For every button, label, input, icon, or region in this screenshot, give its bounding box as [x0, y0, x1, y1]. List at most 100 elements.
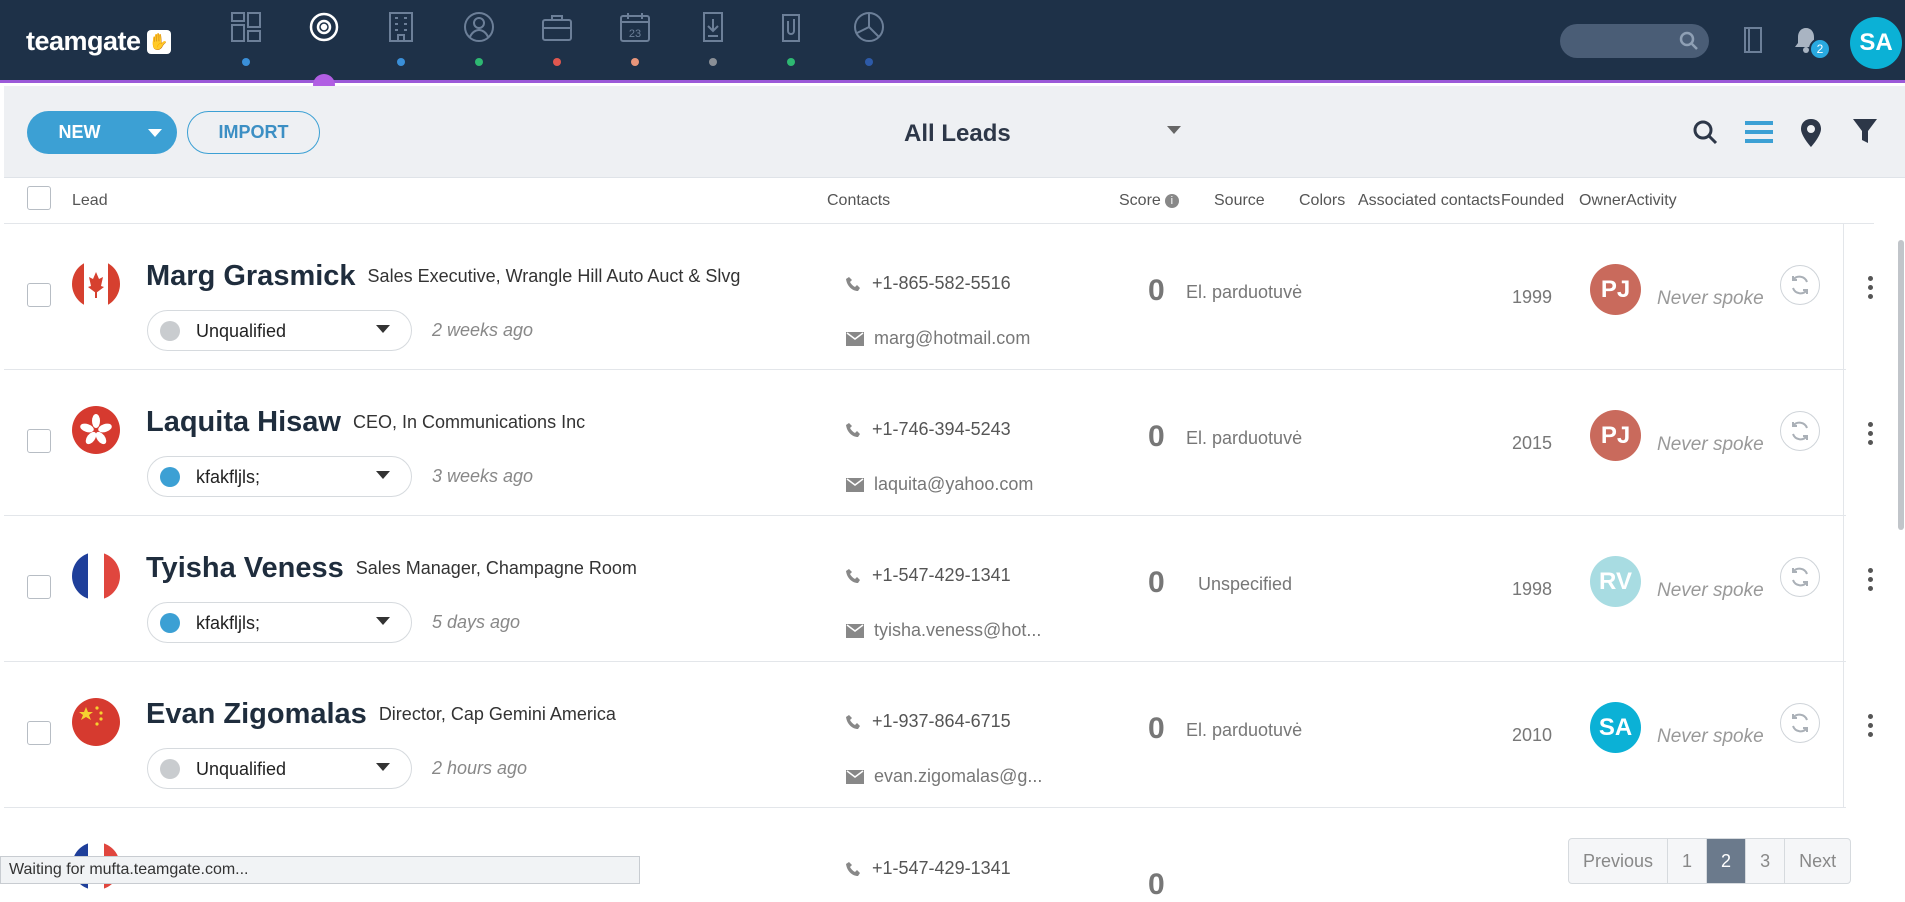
import-button[interactable]: IMPORT: [187, 111, 320, 154]
col-score[interactable]: Score i: [1119, 192, 1179, 210]
info-icon[interactable]: i: [1164, 194, 1179, 208]
refresh-activity-button[interactable]: [1780, 703, 1820, 743]
nav-inbox[interactable]: [694, 10, 732, 70]
row-more-menu-icon[interactable]: [1868, 276, 1874, 303]
lead-source: El. parduotuvė: [1186, 282, 1303, 302]
nav-contacts[interactable]: [460, 10, 498, 70]
book-icon[interactable]: [1743, 26, 1763, 54]
row-more-menu-icon[interactable]: [1868, 714, 1874, 741]
lead-phone-number: +1-937-864-6715: [872, 711, 1011, 731]
lead-phone[interactable]: +1-547-429-1341: [846, 565, 1011, 586]
col-contacts[interactable]: Contacts: [827, 192, 890, 210]
lead-status-dropdown[interactable]: kfakfljls;: [147, 602, 412, 643]
list-view-icon[interactable]: [1745, 119, 1773, 145]
col-associated-contacts[interactable]: Associated contacts: [1358, 192, 1500, 210]
lead-founded: 1999: [1512, 287, 1553, 307]
teamgate-logo[interactable]: teamgate ✋: [26, 26, 171, 57]
lead-email[interactable]: laquita@yahoo.com: [846, 474, 1033, 495]
table-row[interactable]: Laquita Hisaw CEO, In Communications Inc …: [4, 370, 1873, 516]
lead-name[interactable]: Laquita Hisaw CEO, In Communications Inc: [146, 406, 585, 439]
status-color-dot: [160, 321, 180, 341]
lead-email[interactable]: evan.zigomalas@g...: [846, 766, 1042, 787]
page-2-button-current[interactable]: 2: [1707, 839, 1747, 883]
map-pin-icon[interactable]: [1800, 119, 1822, 147]
col-lead[interactable]: Lead: [72, 192, 108, 210]
page-1-button[interactable]: 1: [1668, 839, 1708, 883]
col-source[interactable]: Source: [1214, 192, 1265, 210]
phone-icon: [846, 276, 860, 291]
lead-status-dropdown[interactable]: kfakfljls;: [147, 456, 412, 497]
lead-activity: Never spoke: [1657, 288, 1764, 309]
lead-status-dropdown[interactable]: Unqualified: [147, 310, 412, 351]
col-colors[interactable]: Colors: [1299, 192, 1345, 210]
row-checkbox[interactable]: [27, 283, 51, 307]
nav-calendar[interactable]: 23: [616, 10, 654, 70]
view-selector[interactable]: All Leads: [904, 120, 1011, 148]
search-icon[interactable]: [1692, 119, 1718, 145]
table-row[interactable]: Tyisha Veness Sales Manager, Champagne Ro…: [4, 516, 1873, 662]
lead-email[interactable]: tyisha.veness@hot...: [846, 620, 1041, 641]
lead-name-text[interactable]: Tyisha Veness: [146, 552, 344, 584]
owner-avatar[interactable]: SA: [1590, 702, 1641, 753]
lead-name[interactable]: Evan Zigomalas Director, Cap Gemini Ameri…: [146, 698, 616, 731]
lead-name-text[interactable]: Marg Grasmick: [146, 260, 356, 292]
previous-page-button[interactable]: Previous: [1569, 839, 1669, 883]
lead-title: CEO, In Communications Inc: [353, 412, 586, 432]
next-page-button[interactable]: Next: [1785, 839, 1850, 883]
lead-name-text[interactable]: Laquita Hisaw: [146, 406, 341, 438]
lead-phone-number: +1-547-429-1341: [872, 565, 1011, 585]
nav-dot: [475, 58, 483, 66]
row-more-menu-icon[interactable]: [1868, 422, 1874, 449]
lead-email[interactable]: marg@hotmail.com: [846, 328, 1030, 349]
global-search-input[interactable]: [1560, 24, 1709, 58]
nav-leads[interactable]: [305, 10, 343, 70]
owner-avatar[interactable]: PJ: [1590, 410, 1641, 461]
lead-phone[interactable]: +1-937-864-6715: [846, 711, 1011, 732]
lead-score: 0: [1148, 566, 1165, 599]
lead-name[interactable]: Marg Grasmick Sales Executive, Wrangle Hi…: [146, 260, 740, 293]
nav-dot: [865, 58, 873, 66]
nav-reports[interactable]: [850, 10, 888, 70]
owner-avatar[interactable]: PJ: [1590, 264, 1641, 315]
lead-phone[interactable]: +1-547-429-1341: [846, 858, 1011, 879]
table-row[interactable]: Evan Zigomalas Director, Cap Gemini Ameri…: [4, 662, 1873, 808]
col-owner[interactable]: Owner: [1579, 192, 1626, 210]
filter-icon[interactable]: [1853, 119, 1877, 145]
view-caret-down-icon[interactable]: [1167, 126, 1181, 134]
col-activity[interactable]: Activity: [1626, 192, 1677, 210]
scrollbar[interactable]: [1898, 240, 1904, 530]
refresh-icon: [1792, 421, 1808, 441]
lead-name-text[interactable]: Evan Zigomalas: [146, 698, 367, 730]
owner-avatar[interactable]: RV: [1590, 556, 1641, 607]
col-founded[interactable]: Founded: [1501, 192, 1564, 210]
user-avatar[interactable]: SA: [1850, 17, 1902, 69]
nav-companies[interactable]: [382, 10, 420, 70]
refresh-activity-button[interactable]: [1780, 557, 1820, 597]
lead-phone[interactable]: +1-746-394-5243: [846, 419, 1011, 440]
col-score-label: Score: [1119, 192, 1161, 209]
lead-title: Sales Executive, Wrangle Hill Auto Auct …: [367, 266, 741, 286]
row-checkbox[interactable]: [27, 575, 51, 599]
nav-dot: [553, 58, 561, 66]
companies-building-icon: [389, 12, 413, 42]
page-3-button[interactable]: 3: [1746, 839, 1786, 883]
lead-status-dropdown[interactable]: Unqualified: [147, 748, 412, 789]
nav-files[interactable]: [772, 10, 810, 70]
logo-text: teamgate: [26, 26, 141, 56]
nav-dashboard[interactable]: [227, 10, 265, 70]
row-more-menu-icon[interactable]: [1868, 568, 1874, 595]
refresh-activity-button[interactable]: [1780, 411, 1820, 451]
new-button[interactable]: NEW: [27, 111, 177, 154]
lead-phone[interactable]: +1-865-582-5516: [846, 273, 1011, 294]
select-all-checkbox[interactable]: [27, 186, 51, 210]
table-row[interactable]: Marg Grasmick Sales Executive, Wrangle Hi…: [4, 224, 1873, 370]
row-checkbox[interactable]: [27, 429, 51, 453]
lead-name[interactable]: Tyisha Veness Sales Manager, Champagne Ro…: [146, 552, 637, 585]
row-checkbox[interactable]: [27, 721, 51, 745]
status-label: Unqualified: [196, 321, 287, 341]
refresh-activity-button[interactable]: [1780, 265, 1820, 305]
pagination: Previous 1 2 3 Next: [1568, 838, 1852, 884]
nav-deals[interactable]: [538, 10, 576, 70]
new-dropdown-toggle[interactable]: [132, 128, 177, 137]
nav-dot: [631, 58, 639, 66]
